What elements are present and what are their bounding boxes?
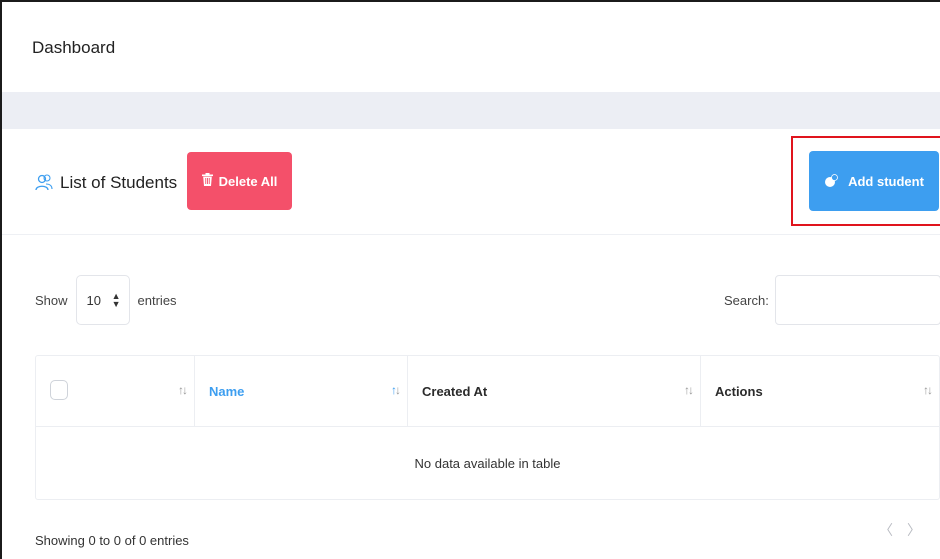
empty-message: No data available in table (414, 456, 561, 471)
card-header: List of Students Delete All Add student (2, 129, 940, 235)
entries-label: entries (137, 292, 177, 308)
table-empty-row: No data available in table (36, 427, 939, 500)
prev-page-button[interactable]: 〈 (874, 515, 898, 545)
select-all-checkbox[interactable] (50, 380, 68, 400)
add-student-label: Add student (848, 173, 924, 189)
entries-select-value: 10 (86, 292, 101, 308)
table-header: ↑↓ Name ↑↓ Created At ↑↓ Actions ↑↓ (36, 356, 939, 427)
column-header-created-at[interactable]: Created At ↑↓ (408, 356, 701, 427)
chevron-right-icon: 〉 (907, 522, 921, 538)
search-input[interactable] (774, 275, 940, 325)
column-header-actions[interactable]: Actions ↑↓ (701, 356, 939, 427)
select-caret-icon: ▲ ▼ (111, 291, 121, 309)
column-label-created-at: Created At (422, 384, 488, 399)
user-plus-icon (824, 174, 838, 188)
chevron-left-icon: 〈 (879, 522, 893, 538)
column-header-select[interactable]: ↑↓ (36, 356, 195, 427)
students-table: ↑↓ Name ↑↓ Created At ↑↓ Actions ↑↓ No d… (35, 355, 940, 500)
delete-all-button[interactable]: Delete All (187, 152, 292, 210)
students-card: List of Students Delete All Add student … (0, 129, 940, 559)
entries-select[interactable]: 10 ▲ ▼ (75, 275, 130, 325)
sort-icon: ↑↓ (684, 383, 694, 397)
users-icon (34, 173, 54, 193)
page-title: Dashboard (32, 38, 116, 57)
next-page-button[interactable]: 〉 (902, 515, 926, 545)
search-label: Search: (724, 292, 769, 308)
column-label-name: Name (209, 384, 245, 399)
sort-icon: ↑↓ (178, 383, 188, 397)
search-control: Search: (724, 275, 940, 325)
sort-asc-icon: ↑↓ (391, 383, 401, 397)
sort-icon: ↑↓ (923, 383, 933, 397)
pagination: 〈 〉 (874, 515, 926, 545)
add-student-button[interactable]: Add student (809, 151, 939, 211)
top-bar: Dashboard (0, 0, 940, 92)
column-header-name[interactable]: Name ↑↓ (195, 356, 408, 427)
table-info: Showing 0 to 0 of 0 entries (35, 533, 189, 548)
delete-all-label: Delete All (218, 173, 278, 189)
content-gap (0, 92, 940, 129)
column-label-actions: Actions (715, 384, 763, 399)
show-label: Show (35, 292, 68, 308)
entries-length-control: Show 10 ▲ ▼ entries (35, 275, 177, 325)
card-title: List of Students (60, 173, 178, 192)
trash-icon (201, 173, 213, 189)
